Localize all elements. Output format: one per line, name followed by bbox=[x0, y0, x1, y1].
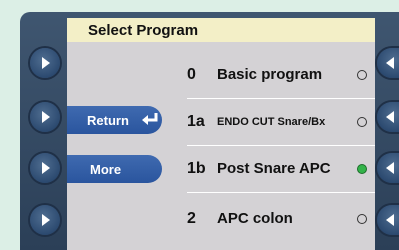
return-label: Return bbox=[87, 112, 129, 128]
triangle-right-icon bbox=[42, 57, 50, 69]
program-row-0[interactable]: 0 Basic program bbox=[187, 52, 375, 97]
program-row-1b[interactable]: 1b Post Snare APC bbox=[187, 146, 375, 191]
hardware-button-left-3[interactable] bbox=[30, 153, 60, 183]
triangle-left-icon bbox=[386, 111, 394, 123]
program-name: Post Snare APC bbox=[217, 160, 331, 177]
program-name: Basic program bbox=[217, 66, 323, 83]
triangle-left-icon bbox=[386, 214, 394, 226]
triangle-right-icon bbox=[42, 162, 50, 174]
hardware-button-left-1[interactable] bbox=[30, 48, 60, 78]
return-button[interactable]: Return bbox=[67, 106, 162, 134]
program-code: 1a bbox=[187, 112, 205, 130]
return-arrow-icon bbox=[141, 113, 158, 125]
row-divider bbox=[187, 192, 375, 193]
selection-indicator-icon bbox=[357, 116, 367, 127]
hardware-button-left-2[interactable] bbox=[30, 102, 60, 132]
more-label: More bbox=[90, 161, 122, 177]
page-title: Select Program bbox=[67, 18, 375, 42]
selected-indicator-icon bbox=[357, 163, 367, 174]
hardware-button-right-4[interactable] bbox=[377, 205, 399, 235]
program-row-1a[interactable]: 1a ENDO CUT Snare/Bx bbox=[187, 99, 375, 144]
hardware-button-left-4[interactable] bbox=[30, 205, 60, 235]
triangle-right-icon bbox=[42, 111, 50, 123]
program-row-2[interactable]: 2 APC colon bbox=[187, 196, 375, 241]
program-code: 0 bbox=[187, 65, 196, 83]
program-code: 2 bbox=[187, 209, 196, 227]
triangle-left-icon bbox=[386, 162, 394, 174]
selection-indicator-icon bbox=[357, 213, 367, 224]
hardware-button-right-1[interactable] bbox=[377, 48, 399, 78]
program-name: ENDO CUT Snare/Bx bbox=[217, 115, 326, 128]
selection-indicator-icon bbox=[357, 69, 367, 80]
triangle-right-icon bbox=[42, 214, 50, 226]
more-button[interactable]: More bbox=[67, 155, 162, 183]
hardware-button-right-3[interactable] bbox=[377, 153, 399, 183]
triangle-left-icon bbox=[386, 57, 394, 69]
hardware-button-right-2[interactable] bbox=[377, 102, 399, 132]
program-code: 1b bbox=[187, 159, 206, 177]
program-name: APC colon bbox=[217, 210, 293, 227]
